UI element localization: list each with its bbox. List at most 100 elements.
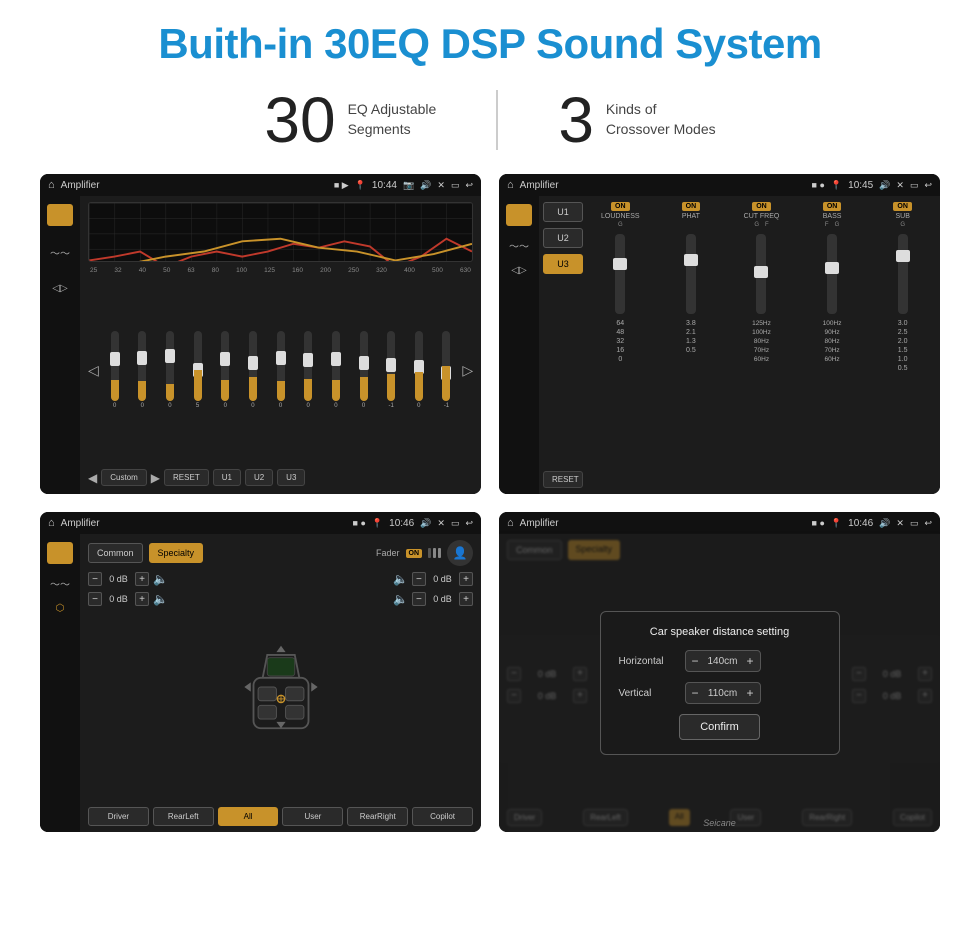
screen4-close-icon[interactable]: ✕ [896, 518, 904, 529]
fl-plus-btn[interactable]: + [135, 572, 149, 586]
eq-slider-9: 0 [352, 331, 376, 409]
rr-plus-btn[interactable]: + [459, 592, 473, 606]
rr-minus-btn[interactable]: − [412, 592, 426, 606]
cutfreq-on[interactable]: ON [752, 202, 771, 211]
screen4-volume-icon[interactable]: 🔊 [879, 518, 890, 529]
loudness-on[interactable]: ON [611, 202, 630, 211]
eq-thumb-6[interactable] [276, 351, 286, 365]
rl-minus-btn[interactable]: − [88, 592, 102, 606]
channel-phat: ON PHAT G 3.8 2.1 1.3 0.5 [658, 202, 725, 488]
screen3-home-icon[interactable]: ⌂ [48, 517, 55, 529]
horizontal-plus[interactable]: + [747, 654, 754, 668]
screen3-top-row: Common Specialty Fader ON 👤 [88, 540, 473, 566]
screen2-vol-icon[interactable]: ◁▷ [511, 265, 526, 276]
s3-left-controls: − 0 dB + 🔈 − 0 dB + 🔈 [88, 572, 168, 801]
specialty-btn[interactable]: Specialty [149, 543, 204, 563]
rearright-btn[interactable]: RearRight [347, 807, 408, 826]
screen2-wave-icon[interactable]: 〜〜 [509, 238, 529, 253]
cutfreq-slider[interactable] [754, 266, 768, 278]
preset-u2[interactable]: U2 [543, 228, 583, 248]
play-forward-icon[interactable]: ▶ [151, 471, 160, 485]
confirm-button[interactable]: Confirm [679, 714, 760, 740]
preset-u1[interactable]: U1 [543, 202, 583, 222]
preset-u3-active[interactable]: U3 [543, 254, 583, 274]
reset-btn[interactable]: RESET [164, 469, 209, 486]
fader-on-badge[interactable]: ON [406, 549, 423, 558]
screen4-back-icon[interactable]: ↩ [924, 518, 932, 529]
bass-slider[interactable] [825, 262, 839, 274]
eq-thumb-2[interactable] [165, 349, 175, 363]
feature-text-line1-crossover: Kinds of [606, 100, 716, 120]
front-left-control: − 0 dB + 🔈 [88, 572, 168, 586]
eq-thumb-5[interactable] [248, 356, 258, 370]
horizontal-minus[interactable]: − [692, 654, 699, 668]
fr-plus-btn[interactable]: + [459, 572, 473, 586]
screen1-main: 25 32 40 50 63 80 100 125 160 200 250 32… [80, 196, 481, 494]
feature-text-line2-crossover: Crossover Modes [606, 120, 716, 140]
screen3-volume-icon[interactable]: 🔊 [420, 518, 431, 529]
sub-slider[interactable] [896, 250, 910, 262]
play-back-icon[interactable]: ◀ [88, 471, 97, 485]
wave-icon[interactable]: 〜〜 [48, 242, 72, 262]
freq-50: 50 [163, 267, 170, 274]
s3-bottom-btns: Driver RearLeft All User RearRight Copil… [88, 807, 473, 826]
profile-icon[interactable]: 👤 [447, 540, 473, 566]
phat-on[interactable]: ON [682, 202, 701, 211]
eq-thumb-4[interactable] [220, 352, 230, 366]
screen3-eq-icon[interactable] [47, 542, 73, 564]
rl-plus-btn[interactable]: + [135, 592, 149, 606]
phat-slider[interactable] [684, 254, 698, 266]
eq-thumb-1[interactable] [137, 351, 147, 365]
eq-icon[interactable] [47, 204, 73, 226]
eq-thumb-9[interactable] [359, 356, 369, 370]
vertical-control[interactable]: − 110cm + [685, 682, 761, 704]
screen2-reset-btn[interactable]: RESET [543, 471, 583, 488]
screen3-back-icon[interactable]: ↩ [465, 518, 473, 529]
fl-minus-btn[interactable]: − [88, 572, 102, 586]
screen4-home-icon[interactable]: ⌂ [507, 517, 514, 529]
screen2-volume-icon[interactable]: 🔊 [879, 180, 890, 191]
horizontal-control[interactable]: − 140cm + [685, 650, 761, 672]
freq-400: 400 [404, 267, 415, 274]
common-btn[interactable]: Common [88, 543, 143, 563]
screen1-volume-icon[interactable]: 🔊 [420, 180, 431, 191]
rearleft-btn[interactable]: RearLeft [153, 807, 214, 826]
eq-scroll-right[interactable]: ▷ [462, 362, 473, 379]
screen2-eq-icon[interactable] [506, 204, 532, 226]
eq-thumb-7[interactable] [303, 353, 313, 367]
screen1-close-icon[interactable]: ✕ [437, 180, 445, 191]
eq-thumb-10[interactable] [386, 358, 396, 372]
driver-btn[interactable]: Driver [88, 807, 149, 826]
u3-btn[interactable]: U3 [277, 469, 305, 486]
copilot-btn[interactable]: Copilot [412, 807, 473, 826]
eq-thumb-0[interactable] [110, 352, 120, 366]
screen2-pin-icon: 📍 [831, 180, 842, 191]
freq-25: 25 [90, 267, 97, 274]
screen2-back-icon[interactable]: ↩ [924, 180, 932, 191]
vertical-plus[interactable]: + [747, 686, 754, 700]
screen2-home-icon[interactable]: ⌂ [507, 179, 514, 191]
all-btn[interactable]: All [218, 807, 279, 826]
fr-db-value: 0 dB [430, 574, 455, 584]
fr-minus-btn[interactable]: − [412, 572, 426, 586]
screen3-bt-icon[interactable]: ⬡ [56, 603, 65, 614]
screen2-close-icon[interactable]: ✕ [896, 180, 904, 191]
vertical-minus[interactable]: − [692, 686, 699, 700]
screen3-close-icon[interactable]: ✕ [437, 518, 445, 529]
screen1-back-icon[interactable]: ↩ [465, 180, 473, 191]
screen4-window-icon: ▭ [910, 518, 919, 529]
user-btn[interactable]: User [282, 807, 343, 826]
eq-scroll-left[interactable]: ◁ [88, 362, 99, 379]
eq-thumb-8[interactable] [331, 352, 341, 366]
screen3-time: 10:46 [389, 518, 414, 529]
vol-icon[interactable]: ◁▷ [48, 278, 72, 298]
fader-slider[interactable] [428, 548, 441, 558]
screen1-home-icon[interactable]: ⌂ [48, 179, 55, 191]
u1-btn[interactable]: U1 [213, 469, 241, 486]
feature-text-line2-eq: Segments [348, 120, 437, 140]
loudness-slider[interactable] [613, 258, 627, 270]
sub-on[interactable]: ON [893, 202, 912, 211]
screen3-wave-icon[interactable]: 〜〜 [50, 576, 70, 591]
bass-on[interactable]: ON [823, 202, 842, 211]
u2-btn[interactable]: U2 [245, 469, 273, 486]
